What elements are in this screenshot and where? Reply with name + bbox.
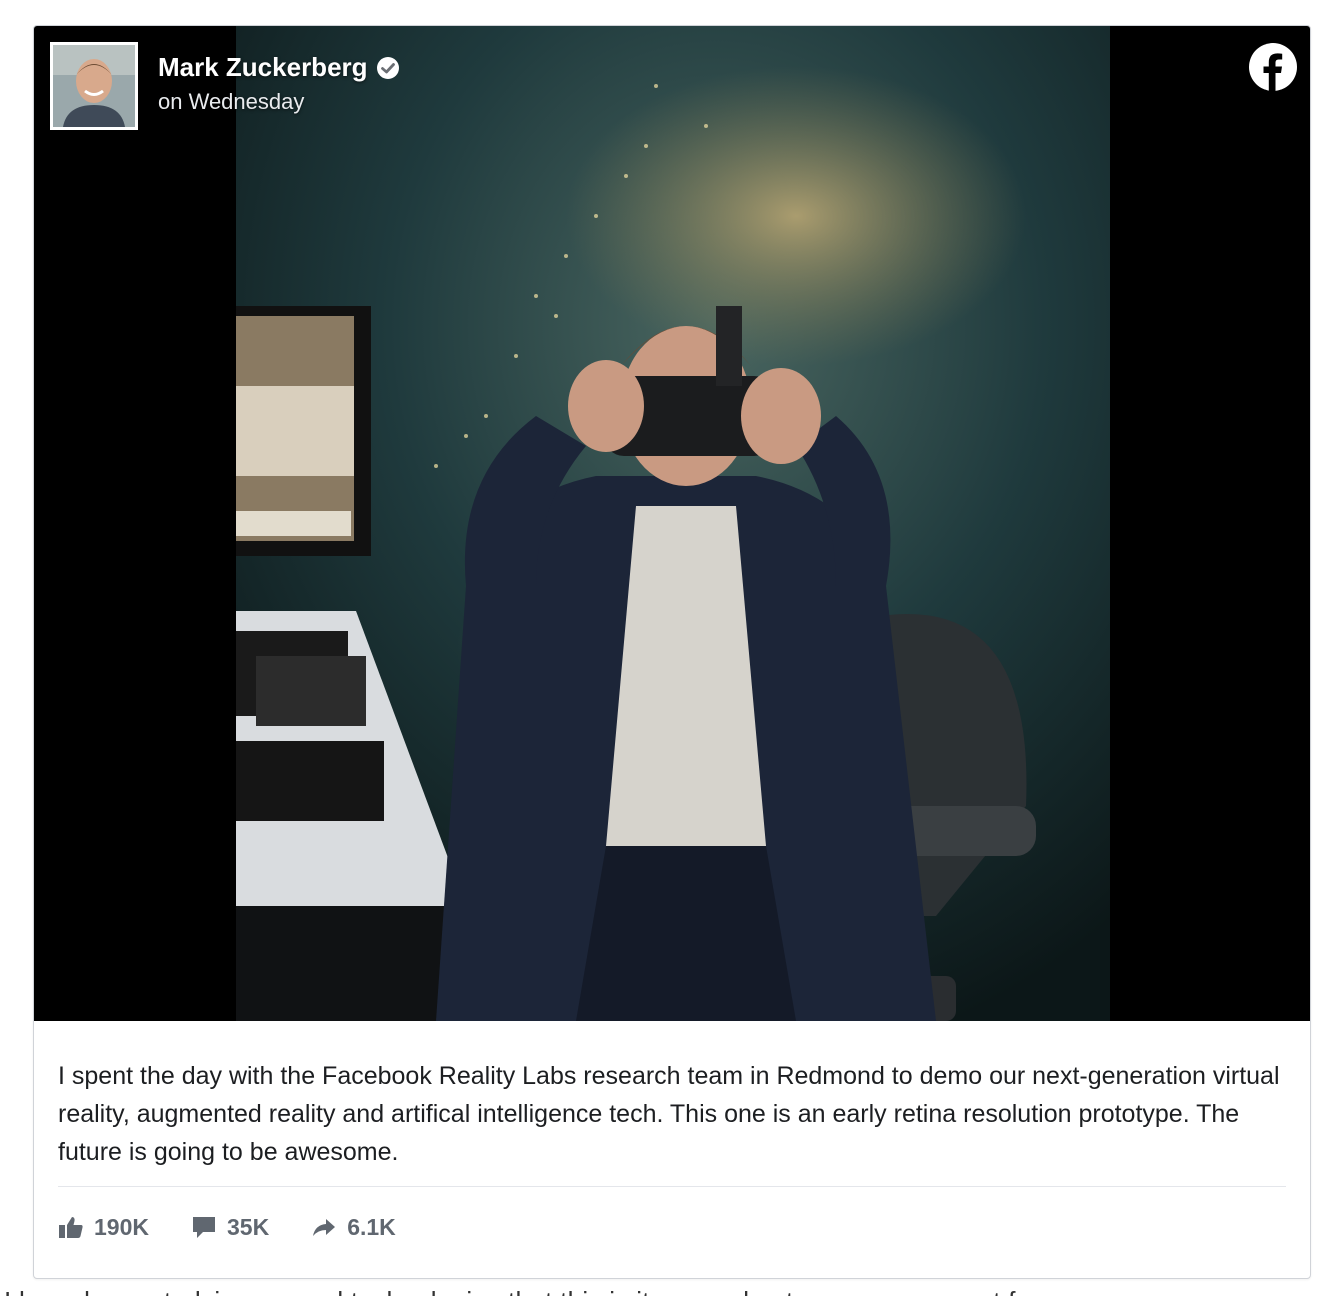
comments-count[interactable]: 35K [191,1214,269,1241]
shares-count[interactable]: 6.1K [311,1214,396,1241]
post-photo[interactable]: Mark Zuckerberg on Wednesday [34,26,1310,1021]
post-stats: 190K 35K 6.1K [34,1187,1310,1267]
author-name[interactable]: Mark Zuckerberg [158,52,368,83]
article-text-line: I have been studying several technologie… [4,1286,1040,1296]
comment-bubble-icon [192,1217,215,1238]
facebook-post-embed: Mark Zuckerberg on Wednesday I spent the… [33,25,1311,1279]
post-timestamp[interactable]: on Wednesday [158,89,400,115]
share-arrow-icon [313,1219,336,1236]
shares-value: 6.1K [347,1213,396,1240]
author-avatar[interactable] [50,42,138,130]
comments-value: 35K [226,1213,270,1240]
likes-value: 190K [94,1213,149,1240]
verified-badge-icon [376,56,399,79]
avatar-photo [53,45,135,127]
vr-headset-photo [236,26,1110,1021]
likes-count[interactable]: 190K [58,1214,149,1241]
post-caption: I spent the day with the Facebook Realit… [58,1062,1280,1166]
facebook-logo-icon[interactable] [1248,42,1298,92]
article-text-below: I have been studying several technologie… [0,1282,1340,1296]
thumbs-up-icon [59,1217,83,1238]
post-header: Mark Zuckerberg on Wednesday [158,52,400,115]
